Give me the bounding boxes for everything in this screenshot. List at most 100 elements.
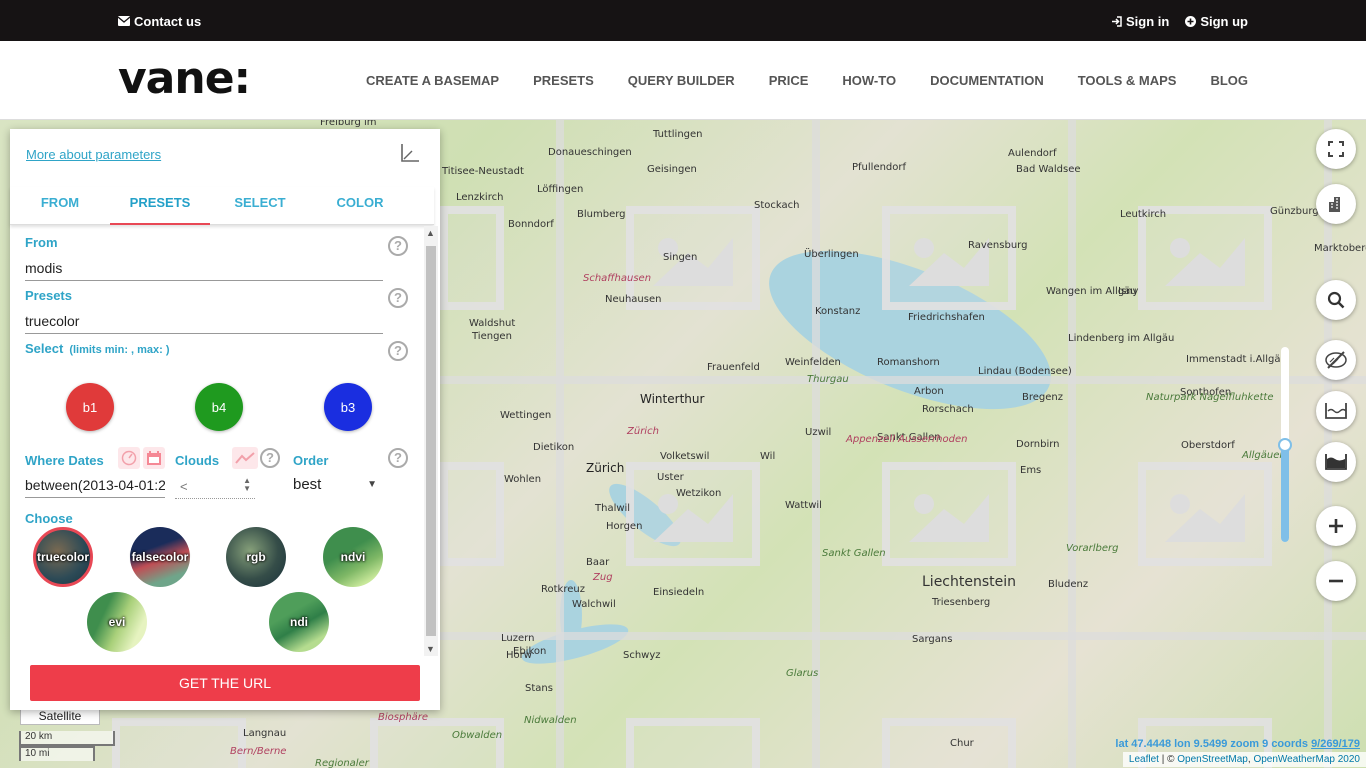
scroll-up-arrow-icon[interactable]: ▲ [426,228,435,238]
preset-rgb[interactable]: rgb [226,527,286,587]
map-label: Vorarlberg [1066,543,1119,554]
tile-placeholder [626,718,760,768]
main-nav: CREATE A BASEMAP PRESETS QUERY BUILDER P… [366,73,1248,88]
map-label: Freiburg im [320,120,377,128]
presets-field[interactable]: truecolor [25,313,383,334]
preset-truecolor[interactable]: truecolor [33,527,93,587]
cloud-chart-icon [235,452,255,464]
tile-placeholder [440,206,504,310]
zoom-slider[interactable] [1278,347,1292,542]
nav-how-to[interactable]: HOW-TO [842,73,896,88]
preset-ndi[interactable]: ndi [269,592,329,652]
zoom-in-button[interactable] [1316,506,1356,546]
scrollbar-thumb[interactable] [426,246,436,636]
tab-presets[interactable]: PRESETS [110,187,210,225]
parameters-panel: More about parameters FROM PRESETS SELEC… [10,129,440,710]
map-label: Wettingen [500,410,552,421]
zoom-out-button[interactable] [1316,561,1356,601]
order-value: best [293,476,322,493]
nav-presets[interactable]: PRESETS [533,73,594,88]
scroll-down-arrow-icon[interactable]: ▼ [426,644,435,654]
sign-up-link[interactable]: Sign up [1185,14,1248,29]
map-label: Neuhausen [605,294,662,305]
band-blue-button[interactable]: b3 [324,383,372,431]
owm-link[interactable]: OpenWeatherMap 2020 [1253,754,1360,765]
fullscreen-button[interactable] [1316,129,1356,169]
calendar-button[interactable] [143,447,165,469]
measure-area-button[interactable] [1316,340,1356,380]
help-icon[interactable]: ? [388,341,408,361]
logo[interactable]: vane: [118,53,251,104]
map-label: Liechtenstein [922,574,1017,590]
map-label: Schaffhausen [583,273,652,284]
more-about-parameters-link[interactable]: More about parameters [26,147,161,162]
clouds-field[interactable]: < ▲ ▼ [175,477,255,499]
clouds-chart-button[interactable] [232,447,258,469]
order-label: Order [293,453,329,468]
band-red-button[interactable]: b1 [66,383,114,431]
map-label: Volketswil [660,451,710,462]
water-basin-filled-icon [1325,454,1347,470]
band-green-button[interactable]: b4 [195,383,243,431]
nav-query-builder[interactable]: QUERY BUILDER [628,73,735,88]
help-icon[interactable]: ? [388,288,408,308]
map-label: Biosphäre [378,712,429,723]
map-label: Uzwil [805,427,832,438]
map-label: Triesenberg [932,597,991,608]
from-field[interactable]: modis [25,260,383,281]
collapse-panel-button[interactable] [400,143,420,168]
tile-coords-link[interactable]: 9/269/179 [1311,738,1360,750]
order-select[interactable]: best ▼ [293,476,383,493]
buildings-button[interactable] [1316,184,1356,224]
nav-tools-maps[interactable]: TOOLS & MAPS [1078,73,1177,88]
map-label: Frauenfeld [707,362,760,373]
nav-create-a-basemap[interactable]: CREATE A BASEMAP [366,73,499,88]
tab-color[interactable]: COLOR [310,187,410,224]
water-level-button[interactable] [1316,391,1356,431]
preset-evi[interactable]: evi [87,592,147,652]
help-icon[interactable]: ? [388,448,408,468]
nav-price[interactable]: PRICE [769,73,809,88]
axis-chart-icon [401,144,419,162]
leaflet-link[interactable]: Leaflet [1129,754,1159,765]
tab-select[interactable]: SELECT [210,187,310,224]
panel-scrollbar[interactable]: ▲ ▼ [424,226,438,656]
contact-us-link[interactable]: Contact us [117,14,201,29]
map-label: Glarus [786,668,819,679]
map-label: Löffingen [537,184,584,195]
search-button[interactable] [1316,280,1356,320]
map-label: Wetzikon [676,488,722,499]
help-icon[interactable]: ? [388,236,408,256]
map-label: Pfullendorf [852,162,907,173]
nav-blog[interactable]: BLOG [1210,73,1248,88]
where-dates-field[interactable]: between(2013-04-01:2 [25,477,165,498]
zoom-slider-handle[interactable] [1278,437,1292,452]
coordinates-readout: lat 47.4448 lon 9.5499 zoom 9 coords 9/2… [1115,738,1360,750]
map-attribution: Leaflet | © OpenStreetMap, OpenWeatherMa… [1122,752,1366,767]
preset-falsecolor[interactable]: falsecolor [130,527,190,587]
presets-label: Presets [25,288,72,303]
map-label: Sankt Gallen [822,548,886,559]
tile-placeholder [882,718,1016,768]
select-label-text: Select [25,341,64,356]
clouds-value: < [180,479,188,494]
osm-link[interactable]: OpenStreetMap [1177,754,1248,765]
tile-placeholder [440,462,504,566]
site-header: vane: CREATE A BASEMAP PRESETS QUERY BUI… [0,41,1366,120]
help-icon[interactable]: ? [260,448,280,468]
minus-icon [1329,579,1343,583]
sign-in-link[interactable]: Sign in [1111,14,1169,29]
date-range-button[interactable] [118,447,140,469]
water-fill-button[interactable] [1316,442,1356,482]
map-label: Konstanz [815,306,861,317]
map-label: Horw [506,650,532,661]
zoom-slider-fill [1281,444,1289,542]
nav-documentation[interactable]: DOCUMENTATION [930,73,1044,88]
number-spinner-icon[interactable]: ▲ ▼ [243,477,251,493]
map-label: Romanshorn [877,357,940,368]
plus-icon [1329,519,1343,533]
map-label: Tiengen [472,331,512,342]
get-the-url-button[interactable]: GET THE URL [30,665,420,701]
tab-from[interactable]: FROM [10,187,110,224]
preset-ndvi[interactable]: ndvi [323,527,383,587]
